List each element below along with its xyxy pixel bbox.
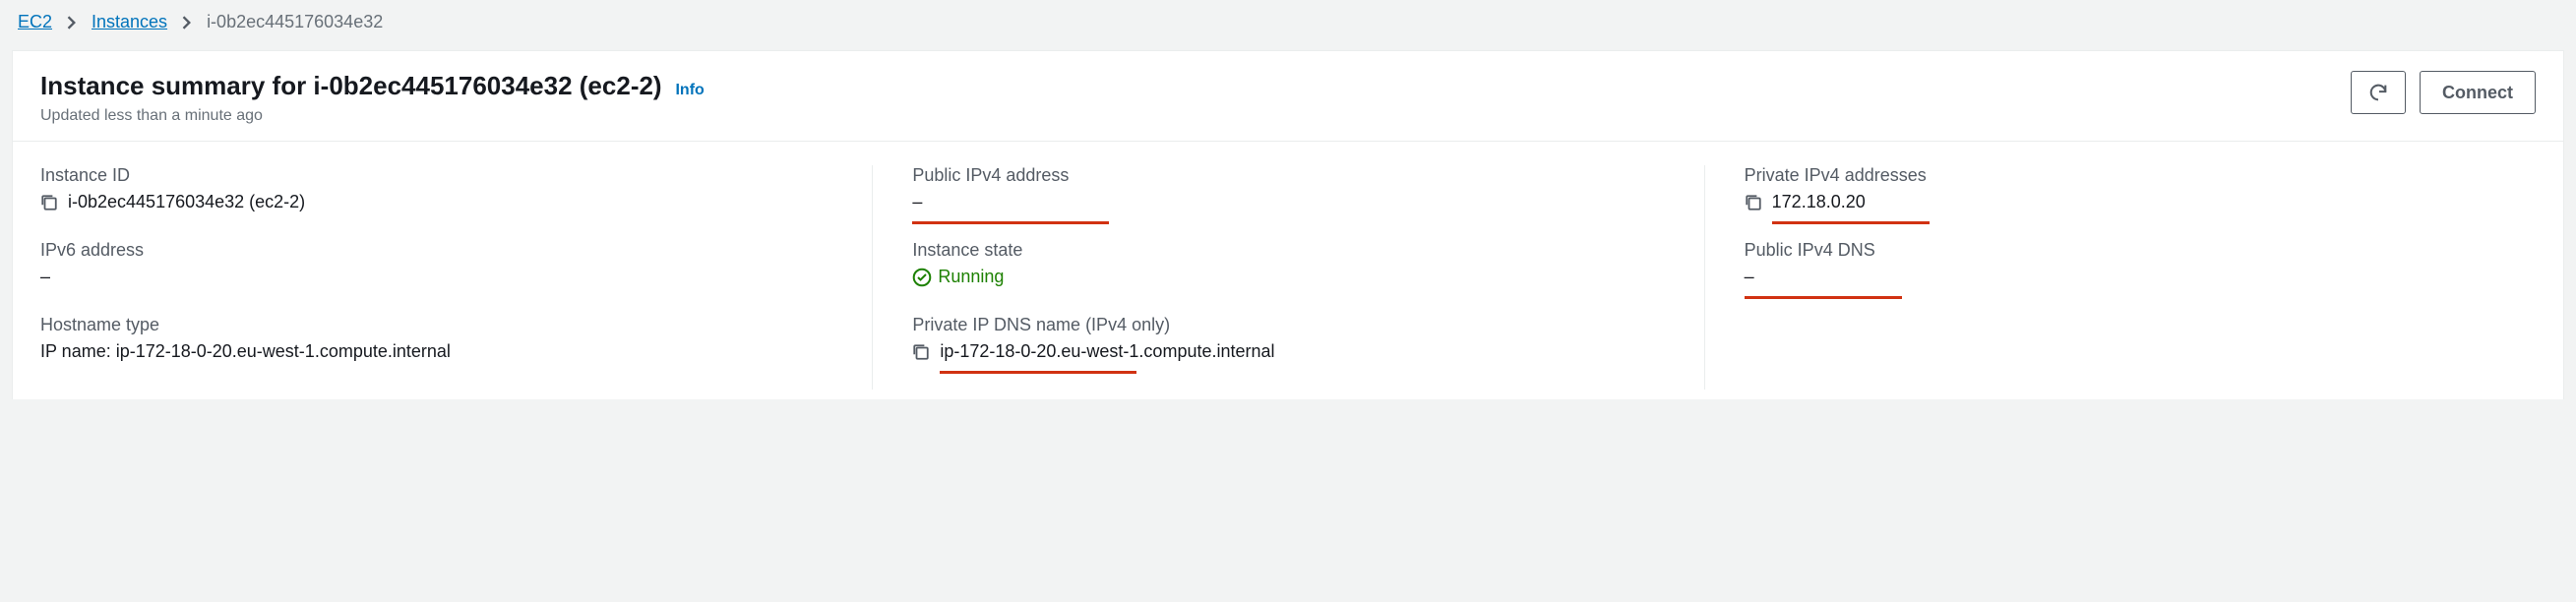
field-label: Instance ID: [40, 165, 832, 186]
action-row: Connect: [2351, 71, 2536, 114]
private-dns-value: ip-172-18-0-20.eu-west-1.compute.interna…: [940, 341, 1274, 362]
instance-id-value: i-0b2ec445176034e32 (ec2-2): [68, 192, 305, 212]
breadcrumb: EC2 Instances i-0b2ec445176034e32: [0, 0, 2576, 50]
field-value: ip-172-18-0-20.eu-west-1.compute.interna…: [912, 341, 1664, 362]
breadcrumb-current: i-0b2ec445176034e32: [207, 12, 383, 32]
field-label: IPv6 address: [40, 240, 832, 261]
info-link[interactable]: Info: [675, 82, 704, 98]
ipv6-value: –: [40, 267, 832, 287]
panel-header: Instance summary for i-0b2ec445176034e32…: [13, 51, 2563, 142]
connect-button[interactable]: Connect: [2420, 71, 2536, 114]
field-instance-id: Instance ID i-0b2ec445176034e32 (ec2-2): [40, 165, 832, 212]
field-hostname-type: Hostname type IP name: ip-172-18-0-20.eu…: [40, 315, 832, 362]
field-label: Instance state: [912, 240, 1664, 261]
field-label: Public IPv4 address: [912, 165, 1664, 186]
field-value: –: [1745, 267, 2496, 287]
field-label: Private IP DNS name (IPv4 only): [912, 315, 1664, 335]
detail-grid: Instance ID i-0b2ec445176034e32 (ec2-2) …: [13, 142, 2563, 399]
public-dns-value: –: [1745, 267, 1754, 287]
column-left: Instance ID i-0b2ec445176034e32 (ec2-2) …: [40, 165, 872, 390]
field-private-ipv4: Private IPv4 addresses 172.18.0.20: [1745, 165, 2496, 212]
check-circle-icon: [912, 268, 932, 287]
copy-icon[interactable]: [40, 194, 58, 211]
instance-state-text: Running: [938, 267, 1004, 287]
field-value: i-0b2ec445176034e32 (ec2-2): [40, 192, 832, 212]
chevron-right-icon: [181, 16, 193, 30]
refresh-icon: [2367, 82, 2389, 103]
updated-subtitle: Updated less than a minute ago: [40, 107, 705, 125]
refresh-button[interactable]: [2351, 71, 2406, 114]
column-middle: Public IPv4 address – Instance state Run…: [872, 165, 1703, 390]
title-block: Instance summary for i-0b2ec445176034e32…: [40, 71, 705, 125]
public-ipv4-value: –: [912, 192, 922, 212]
copy-icon[interactable]: [912, 343, 930, 361]
field-public-ipv4: Public IPv4 address –: [912, 165, 1664, 212]
page-title: Instance summary for i-0b2ec445176034e32…: [40, 71, 662, 100]
field-label: Public IPv4 DNS: [1745, 240, 2496, 261]
breadcrumb-instances-link[interactable]: Instances: [92, 12, 167, 32]
instance-summary-panel: Instance summary for i-0b2ec445176034e32…: [12, 50, 2564, 399]
breadcrumb-root-link[interactable]: EC2: [18, 12, 52, 32]
field-public-dns: Public IPv4 DNS –: [1745, 240, 2496, 287]
field-label: Hostname type: [40, 315, 832, 335]
instance-state-value: Running: [912, 267, 1664, 287]
field-value: 172.18.0.20: [1745, 192, 2496, 212]
field-label: Private IPv4 addresses: [1745, 165, 2496, 186]
private-ipv4-value: 172.18.0.20: [1772, 192, 1866, 212]
field-value: –: [912, 192, 1664, 212]
column-right: Private IPv4 addresses 172.18.0.20 Publi…: [1704, 165, 2536, 390]
field-ipv6: IPv6 address –: [40, 240, 832, 287]
copy-icon[interactable]: [1745, 194, 1762, 211]
connect-button-label: Connect: [2442, 83, 2513, 103]
hostname-type-value: IP name: ip-172-18-0-20.eu-west-1.comput…: [40, 341, 832, 362]
chevron-right-icon: [66, 16, 78, 30]
field-private-dns: Private IP DNS name (IPv4 only) ip-172-1…: [912, 315, 1664, 362]
field-instance-state: Instance state Running: [912, 240, 1664, 287]
